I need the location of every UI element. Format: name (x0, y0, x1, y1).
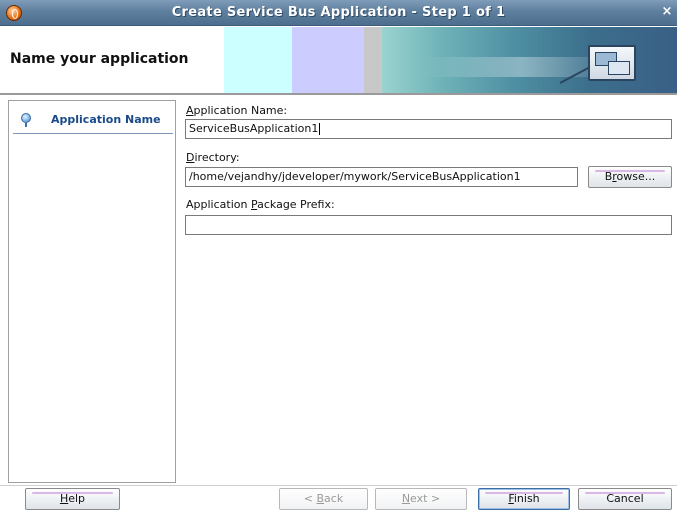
directory-label: Directory: (186, 151, 240, 164)
nav-item-application-name[interactable]: Application Name (9, 109, 175, 134)
banner-band (364, 27, 382, 93)
cancel-button[interactable]: Cancel (578, 488, 672, 510)
app-name-input[interactable]: ServiceBusApplication1 (185, 119, 672, 139)
window-title: Create Service Bus Application - Step 1 … (171, 5, 506, 20)
next-button[interactable]: Next > (375, 488, 467, 510)
help-button[interactable]: Help (25, 488, 120, 510)
back-button[interactable]: < Back (279, 488, 368, 510)
app-name-value: ServiceBusApplication1 (189, 122, 319, 135)
wizard-banner: Name your application (0, 27, 677, 93)
page-title: Name your application (10, 51, 189, 67)
package-prefix-input[interactable] (185, 215, 672, 235)
title-bar[interactable]: Create Service Bus Application - Step 1 … (0, 0, 677, 26)
browse-button[interactable]: Browse... (588, 166, 672, 188)
directory-input[interactable]: /home/vejandhy/jdeveloper/mywork/Service… (185, 167, 578, 187)
directory-value: /home/vejandhy/jdeveloper/mywork/Service… (189, 170, 521, 183)
nav-item-label: Application Name (51, 113, 161, 126)
close-icon[interactable]: × (660, 4, 674, 20)
footer-divider (0, 485, 677, 486)
finish-button[interactable]: Finish (478, 488, 570, 510)
lightbulb-icon (19, 113, 33, 127)
text-caret (319, 123, 321, 135)
step-navigation: Application Name (8, 100, 176, 483)
banner-band (292, 27, 364, 93)
banner-band (224, 27, 292, 93)
wizard-windows-icon (588, 45, 636, 81)
banner-divider (0, 93, 677, 95)
app-name-label: Application Name: (186, 104, 288, 117)
nav-item-underline (13, 133, 173, 134)
package-prefix-label: Application Package Prefix: (186, 198, 335, 211)
